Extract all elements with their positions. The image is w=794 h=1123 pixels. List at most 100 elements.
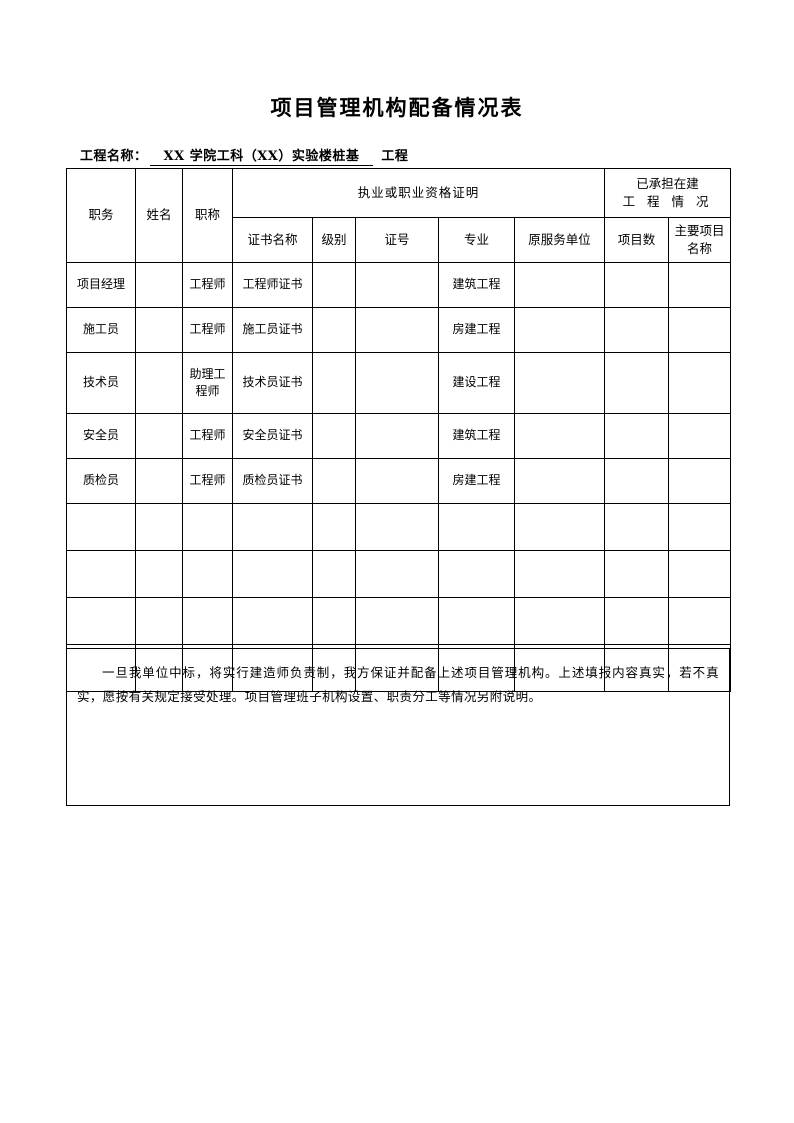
cell-title-rank[interactable]: [182, 503, 233, 551]
header-cert-no: 证号: [355, 217, 439, 263]
cell-title-rank[interactable]: 工程师: [182, 458, 233, 504]
cell-name[interactable]: [135, 262, 183, 308]
cell-former-unit[interactable]: [513, 307, 606, 353]
cell-title-rank[interactable]: 助理工程师: [182, 352, 233, 414]
cell-cert-no[interactable]: [355, 307, 439, 353]
staffing-table-wrap: 职务 姓名 职称 执业或职业资格证明 已承担在建 工 程 情 况 证书名称 级别…: [66, 168, 732, 692]
declaration-note-text: 一旦我单位中标，将实行建造师负责制，我方保证并配备上述项目管理机构。上述填报内容…: [77, 665, 719, 705]
cell-cert-no[interactable]: [355, 352, 439, 414]
cell-cert-no[interactable]: [355, 597, 439, 645]
cell-title-rank[interactable]: 工程师: [182, 307, 233, 353]
table-row: 质检员 工程师 质检员证书 房建工程: [66, 458, 732, 504]
header-main-project-name: 主要项目名称: [668, 217, 732, 263]
project-name-value[interactable]: XX 学院工科（XX）实验楼桩基: [149, 145, 374, 166]
cell-cert-name[interactable]: 安全员证书: [232, 413, 313, 459]
cell-former-unit[interactable]: [513, 413, 606, 459]
header-cert-name: 证书名称: [232, 217, 313, 263]
cell-position[interactable]: 质检员: [66, 458, 136, 504]
cell-former-unit[interactable]: [513, 458, 606, 504]
project-name-suffix: 工程: [381, 149, 409, 164]
cell-position[interactable]: 项目经理: [66, 262, 136, 308]
cell-position[interactable]: 安全员: [66, 413, 136, 459]
cell-cert-no[interactable]: [355, 413, 439, 459]
project-name-label: 工程名称：: [80, 149, 148, 164]
cell-project-count[interactable]: [604, 262, 670, 308]
cell-level[interactable]: [312, 413, 356, 459]
cell-main-project-name[interactable]: [668, 262, 732, 308]
document-page: 项目管理机构配备情况表 工程名称： XX 学院工科（XX）实验楼桩基 工程 职务 姓: [0, 0, 794, 1123]
cell-name[interactable]: [135, 597, 183, 645]
cell-project-count[interactable]: [604, 550, 670, 598]
cell-project-count[interactable]: [604, 597, 670, 645]
cell-level[interactable]: [312, 262, 356, 308]
cell-level[interactable]: [312, 458, 356, 504]
cell-position[interactable]: [66, 550, 136, 598]
cell-level[interactable]: [312, 352, 356, 414]
cell-main-project-name[interactable]: [668, 597, 732, 645]
cell-position[interactable]: 技术员: [66, 352, 136, 414]
cell-title-rank[interactable]: 工程师: [182, 262, 233, 308]
cell-cert-name[interactable]: [232, 503, 313, 551]
cell-position[interactable]: [66, 597, 136, 645]
cell-major[interactable]: 建筑工程: [438, 413, 515, 459]
table-row: 施工员 工程师 施工员证书 房建工程: [66, 307, 732, 353]
cell-former-unit[interactable]: [513, 352, 606, 414]
cell-former-unit[interactable]: [513, 262, 606, 308]
cell-project-count[interactable]: [604, 413, 670, 459]
cell-title-rank[interactable]: [182, 550, 233, 598]
cell-former-unit[interactable]: [513, 597, 606, 645]
cell-former-unit[interactable]: [513, 550, 606, 598]
cell-cert-no[interactable]: [355, 262, 439, 308]
cell-cert-name[interactable]: 技术员证书: [232, 352, 313, 414]
cell-main-project-name[interactable]: [668, 307, 732, 353]
cell-level[interactable]: [312, 597, 356, 645]
cell-main-project-name[interactable]: [668, 413, 732, 459]
cell-project-count[interactable]: [604, 307, 670, 353]
cell-title-rank[interactable]: 工程师: [182, 413, 233, 459]
cell-name[interactable]: [135, 413, 183, 459]
cell-cert-no[interactable]: [355, 550, 439, 598]
cell-project-count[interactable]: [604, 458, 670, 504]
cell-name[interactable]: [135, 458, 183, 504]
cell-name[interactable]: [135, 307, 183, 353]
cell-name[interactable]: [135, 352, 183, 414]
staffing-table-body: 项目经理 工程师 工程师证书 建筑工程 施工员 工程师 施工员证书 房建工程 技…: [66, 262, 732, 692]
cell-position[interactable]: [66, 503, 136, 551]
header-undertaken-line1: 已承担在建: [636, 175, 699, 191]
cell-major[interactable]: 建设工程: [438, 352, 515, 414]
cell-cert-name[interactable]: 施工员证书: [232, 307, 313, 353]
cell-former-unit[interactable]: [513, 503, 606, 551]
cell-cert-name[interactable]: 质检员证书: [232, 458, 313, 504]
header-title-rank: 职称: [182, 168, 233, 263]
cell-level[interactable]: [312, 503, 356, 551]
cell-cert-name[interactable]: 工程师证书: [232, 262, 313, 308]
cell-main-project-name[interactable]: [668, 550, 732, 598]
table-row: [66, 597, 732, 645]
cell-level[interactable]: [312, 307, 356, 353]
cell-name[interactable]: [135, 503, 183, 551]
cell-position[interactable]: 施工员: [66, 307, 136, 353]
table-row: 安全员 工程师 安全员证书 建筑工程: [66, 413, 732, 459]
cell-major[interactable]: [438, 503, 515, 551]
cell-major[interactable]: [438, 597, 515, 645]
cell-major[interactable]: [438, 550, 515, 598]
header-level: 级别: [312, 217, 356, 263]
cell-level[interactable]: [312, 550, 356, 598]
cell-main-project-name[interactable]: [668, 458, 732, 504]
cell-name[interactable]: [135, 550, 183, 598]
cell-major[interactable]: 建筑工程: [438, 262, 515, 308]
cell-project-count[interactable]: [604, 352, 670, 414]
cell-cert-name[interactable]: [232, 597, 313, 645]
cell-main-project-name[interactable]: [668, 352, 732, 414]
header-former-unit: 原服务单位: [513, 217, 606, 263]
cell-title-rank[interactable]: [182, 597, 233, 645]
cell-cert-no[interactable]: [355, 458, 439, 504]
header-project-count: 项目数: [604, 217, 670, 263]
cell-cert-no[interactable]: [355, 503, 439, 551]
cell-major[interactable]: 房建工程: [438, 458, 515, 504]
cell-main-project-name[interactable]: [668, 503, 732, 551]
cell-cert-name[interactable]: [232, 550, 313, 598]
project-name-line: 工程名称： XX 学院工科（XX）实验楼桩基 工程: [80, 145, 408, 166]
cell-project-count[interactable]: [604, 503, 670, 551]
cell-major[interactable]: 房建工程: [438, 307, 515, 353]
